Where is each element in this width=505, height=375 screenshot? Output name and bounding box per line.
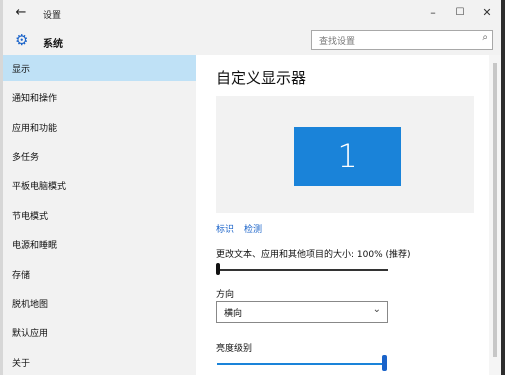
monitor-tile[interactable]: 1: [294, 127, 401, 186]
maximize-icon[interactable]: ☐: [446, 2, 474, 24]
scale-slider-thumb[interactable]: [216, 263, 220, 275]
sidebar-item-label: 应用和功能: [12, 124, 58, 134]
sidebar: 显示 通知和操作 应用和功能 多任务 平板电脑模式 节电模式 电源和睡眠 存储 …: [3, 55, 196, 375]
scrollbar-thumb[interactable]: [493, 63, 497, 357]
brightness-slider[interactable]: [217, 363, 385, 365]
section-title: 系统: [43, 39, 63, 50]
search-icon[interactable]: ⌕: [482, 32, 488, 43]
search-input[interactable]: 查找设置 ⌕: [311, 30, 493, 50]
sidebar-item-label: 电源和睡眠: [12, 241, 58, 251]
back-arrow-icon[interactable]: ←: [11, 2, 31, 24]
sidebar-item-storage[interactable]: 存储: [3, 261, 196, 287]
display-preview-area: 1: [216, 96, 474, 213]
brightness-label: 亮度级别: [216, 344, 253, 354]
window-right-edge: [501, 0, 505, 375]
sidebar-item-apps[interactable]: 应用和功能: [3, 114, 196, 140]
settings-header: ⚙ 系统 查找设置 ⌕: [3, 27, 501, 55]
brightness-slider-thumb[interactable]: [382, 355, 387, 371]
sidebar-item-label: 关于: [12, 359, 31, 369]
sidebar-item-power-sleep[interactable]: 电源和睡眠: [3, 231, 196, 257]
scrollbar[interactable]: [489, 55, 501, 375]
sidebar-item-label: 多任务: [12, 153, 40, 163]
sidebar-item-offline-maps[interactable]: 脱机地图: [3, 290, 196, 316]
chevron-down-icon: ⌄: [372, 304, 381, 315]
sidebar-item-label: 节电模式: [12, 212, 49, 222]
sidebar-item-label: 存储: [12, 271, 31, 281]
close-icon[interactable]: ✕: [473, 2, 501, 24]
scale-slider[interactable]: [217, 269, 388, 271]
orientation-dropdown[interactable]: 横向 ⌄: [216, 301, 388, 323]
sidebar-item-tablet-mode[interactable]: 平板电脑模式: [3, 172, 196, 198]
sidebar-item-label: 平板电脑模式: [12, 182, 67, 192]
sidebar-item-multitasking[interactable]: 多任务: [3, 143, 196, 169]
sidebar-item-battery-saver[interactable]: 节电模式: [3, 202, 196, 228]
search-placeholder: 查找设置: [319, 37, 356, 47]
sidebar-item-label: 通知和操作: [12, 94, 58, 104]
title-bar: ← 设置 – ☐ ✕: [3, 0, 501, 27]
orientation-value: 横向: [224, 309, 243, 319]
detect-link[interactable]: 检测: [244, 222, 262, 235]
sidebar-item-label: 默认应用: [12, 329, 49, 339]
page-title: 自定义显示器: [216, 69, 307, 87]
sidebar-item-default-apps[interactable]: 默认应用: [3, 319, 196, 345]
sidebar-item-display[interactable]: 显示: [3, 55, 196, 81]
sidebar-item-label: 脱机地图: [12, 300, 49, 310]
minimize-icon[interactable]: –: [419, 2, 447, 24]
sidebar-item-notifications[interactable]: 通知和操作: [3, 84, 196, 110]
sidebar-item-label: 显示: [12, 65, 31, 75]
sidebar-item-about[interactable]: 关于: [3, 349, 196, 375]
scale-label: 更改文本、应用和其他项目的大小: 100% (推荐): [216, 250, 411, 260]
orientation-label: 方向: [216, 290, 235, 300]
window-title: 设置: [43, 11, 62, 21]
gear-icon: ⚙: [15, 31, 29, 49]
main-content: 自定义显示器 1 标识 检测 更改文本、应用和其他项目的大小: 100% (推荐…: [196, 55, 489, 375]
identify-link[interactable]: 标识: [216, 222, 234, 235]
